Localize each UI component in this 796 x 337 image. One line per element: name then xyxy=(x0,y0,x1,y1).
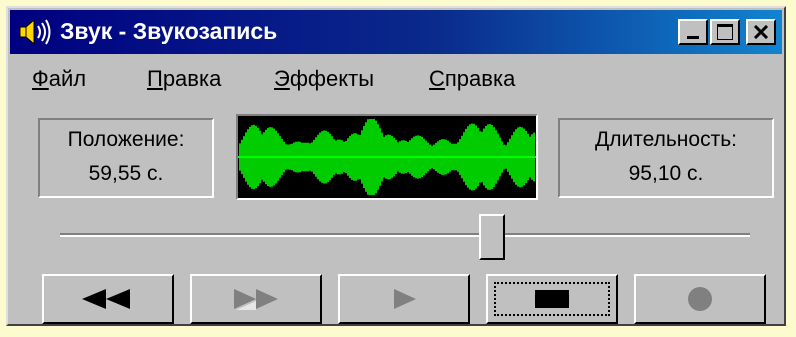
maximize-button[interactable] xyxy=(710,19,740,45)
length-value: 95,10 с. xyxy=(628,162,704,185)
seek-slider-thumb[interactable] xyxy=(478,214,505,260)
menu-file[interactable]: Файл xyxy=(32,66,86,92)
stop-button[interactable] xyxy=(486,274,618,324)
menu-help[interactable]: Справка xyxy=(429,66,515,92)
waveform-graph xyxy=(238,119,536,195)
sound-recorder-window: Звук - Звукозапись Файл Правка Эффекты С… xyxy=(6,6,786,326)
play-button[interactable] xyxy=(338,274,470,324)
menu-edit[interactable]: Правка xyxy=(147,66,221,92)
window-title: Звук - Звукозапись xyxy=(60,18,278,44)
rewind-button[interactable] xyxy=(42,274,174,324)
waveform-display xyxy=(236,114,538,200)
close-button[interactable] xyxy=(746,19,776,45)
play-icon xyxy=(394,289,416,309)
length-label: Длительность: xyxy=(595,128,737,151)
position-panel: Положение: 59,55 с. xyxy=(38,118,214,198)
position-value: 59,55 с. xyxy=(88,162,164,185)
record-icon xyxy=(688,287,712,311)
speaker-icon xyxy=(19,18,51,46)
fast-forward-button[interactable] xyxy=(190,274,322,324)
position-label: Положение: xyxy=(67,128,185,151)
fast-forward-icon xyxy=(234,289,278,310)
stop-icon xyxy=(535,290,569,308)
record-button[interactable] xyxy=(634,274,766,324)
minimize-button[interactable] xyxy=(678,19,708,45)
seek-track[interactable] xyxy=(60,233,750,237)
menu-effects[interactable]: Эффекты xyxy=(274,66,374,92)
title-bar[interactable]: Звук - Звукозапись xyxy=(10,10,782,54)
rewind-icon xyxy=(82,289,130,309)
close-icon xyxy=(753,25,769,39)
length-panel: Длительность: 95,10 с. xyxy=(558,118,774,198)
